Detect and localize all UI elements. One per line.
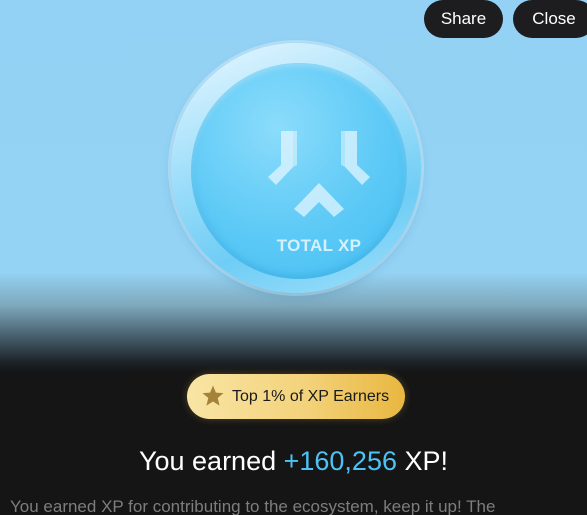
coin-label: TOTAL XP [276,236,362,255]
headline-suffix: XP! [396,446,449,476]
close-button[interactable]: Close [513,0,587,38]
description-text: You earned XP for contributing to the ec… [10,497,496,515]
xp-reward-screen: Share Close TOTAL XP Top 1% of XP Earner… [0,0,587,515]
coin-face: TOTAL XP [191,63,407,279]
rank-badge: Top 1% of XP Earners [187,374,405,419]
total-xp-coin: TOTAL XP [168,40,424,296]
xp-amount: +160,256 [283,446,397,476]
star-icon [202,385,224,406]
earned-headline: You earned +160,256 XP! [0,446,587,477]
xp-logo-icon [268,131,370,217]
coin-rim: TOTAL XP [171,43,421,293]
headline-prefix: You earned [138,446,284,476]
badge-label: Top 1% of XP Earners [232,388,390,405]
share-button[interactable]: Share [424,0,503,38]
